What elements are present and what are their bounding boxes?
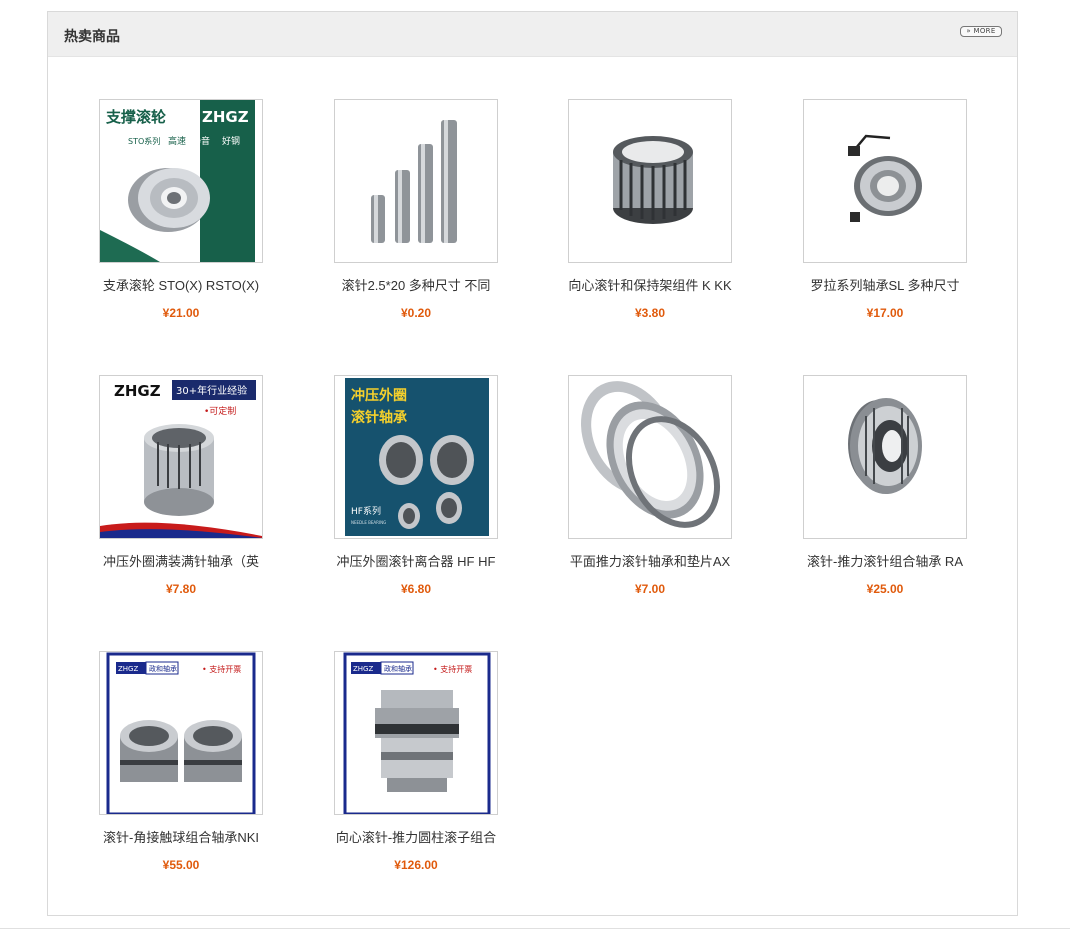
image-text: 好钢 <box>222 135 240 147</box>
product-name[interactable]: 冲压外圈满装满针轴承（英 <box>81 553 281 571</box>
product-name[interactable]: 平面推力滚针轴承和垫片AX <box>550 553 750 571</box>
image-text: HF系列 <box>351 505 381 517</box>
product-name[interactable]: 滚针-推力滚针组合轴承 RA <box>785 553 985 571</box>
product-image-combined-bearing[interactable] <box>803 375 967 539</box>
image-text: • 支持开票 <box>433 664 472 674</box>
product-card[interactable]: ZHGZ 政和轴承 • 支持开票 向心滚针-推力圆柱滚子组合 ¥126.00 <box>316 651 516 873</box>
product-price: ¥55.00 <box>162 858 200 872</box>
product-image-support-roller[interactable]: 支撑滚轮 ZHGZ STO系列 高速 静音 好钢 <box>99 99 263 263</box>
image-text: 政和轴承 <box>149 664 177 673</box>
product-price: ¥7.80 <box>165 582 197 596</box>
product-card[interactable]: 罗拉系列轴承SL 多种尺寸 ¥17.00 <box>785 99 985 321</box>
product-name[interactable]: 滚针-角接触球组合轴承NKI <box>81 829 281 847</box>
image-text: 静音 <box>192 135 210 147</box>
product-card[interactable]: 滚针2.5*20 多种尺寸 不同 ¥0.20 <box>316 99 516 321</box>
product-image-drawn-cup[interactable]: ZHGZ 30+年行业经验 •可定制 <box>99 375 263 539</box>
image-text: 滚针轴承 <box>351 409 407 426</box>
product-name[interactable]: 滚针2.5*20 多种尺寸 不同 <box>316 277 516 295</box>
product-name[interactable]: 罗拉系列轴承SL 多种尺寸 <box>785 277 985 295</box>
product-card[interactable]: 支撑滚轮 ZHGZ STO系列 高速 静音 好钢 支承滚轮 STO(X) RST… <box>81 99 281 321</box>
product-grid: 支撑滚轮 ZHGZ STO系列 高速 静音 好钢 支承滚轮 STO(X) RST… <box>0 0 1070 930</box>
product-image-radial-thrust[interactable]: ZHGZ 政和轴承 • 支持开票 <box>334 651 498 815</box>
product-card[interactable]: ZHGZ 政和轴承 • 支持开票 滚针-角接触球组合轴承NKI ¥55.00 <box>81 651 281 873</box>
product-name[interactable]: 向心滚针和保持架组件 K KK <box>550 277 750 295</box>
product-card[interactable]: 滚针-推力滚针组合轴承 RA ¥25.00 <box>785 375 985 597</box>
product-price: ¥7.00 <box>634 582 666 596</box>
product-price: ¥25.00 <box>866 582 904 596</box>
image-text: •可定制 <box>204 405 236 417</box>
product-image-hf-clutch[interactable]: 冲压外圈 滚针轴承 HF系列 NEEDLE BEARING <box>334 375 498 539</box>
page-bottom-divider <box>0 928 1070 929</box>
product-image-roller-bearing[interactable] <box>803 99 967 263</box>
image-text: ZHGZ <box>353 665 373 673</box>
image-text: 支撑滚轮 <box>105 108 166 126</box>
product-price: ¥3.80 <box>634 306 666 320</box>
product-image-thrust-washer[interactable] <box>568 375 732 539</box>
product-card[interactable]: 平面推力滚针轴承和垫片AX ¥7.00 <box>550 375 750 597</box>
image-text: ZHGZ <box>114 382 161 400</box>
product-card[interactable]: 向心滚针和保持架组件 K KK ¥3.80 <box>550 99 750 321</box>
image-text: STO系列 <box>128 136 160 146</box>
product-image-nki-bearing[interactable]: ZHGZ 政和轴承 • 支持开票 <box>99 651 263 815</box>
image-text: ZHGZ <box>202 108 249 126</box>
image-text: 冲压外圈 <box>351 387 407 404</box>
product-price: ¥6.80 <box>400 582 432 596</box>
product-card[interactable]: 冲压外圈 滚针轴承 HF系列 NEEDLE BEARING 冲压外圈滚针离合器 … <box>316 375 516 597</box>
product-name[interactable]: 向心滚针-推力圆柱滚子组合 <box>316 829 516 847</box>
product-price: ¥21.00 <box>162 306 200 320</box>
product-image-needle-rollers[interactable] <box>334 99 498 263</box>
product-name[interactable]: 支承滚轮 STO(X) RSTO(X) <box>81 277 281 295</box>
product-name[interactable]: 冲压外圈滚针离合器 HF HF <box>316 553 516 571</box>
product-image-needle-cage[interactable] <box>568 99 732 263</box>
product-price: ¥126.00 <box>394 858 438 872</box>
product-price: ¥0.20 <box>400 306 432 320</box>
image-text: NEEDLE BEARING <box>351 520 386 525</box>
image-text: 30+年行业经验 <box>176 384 247 397</box>
image-text: 政和轴承 <box>384 664 412 673</box>
product-card[interactable]: ZHGZ 30+年行业经验 •可定制 冲压外圈满装满针轴承（英 ¥7.80 <box>81 375 281 597</box>
image-text: 高速 <box>168 135 186 147</box>
product-price: ¥17.00 <box>866 306 904 320</box>
image-text: ZHGZ <box>118 665 138 673</box>
image-text: • 支持开票 <box>202 664 241 674</box>
